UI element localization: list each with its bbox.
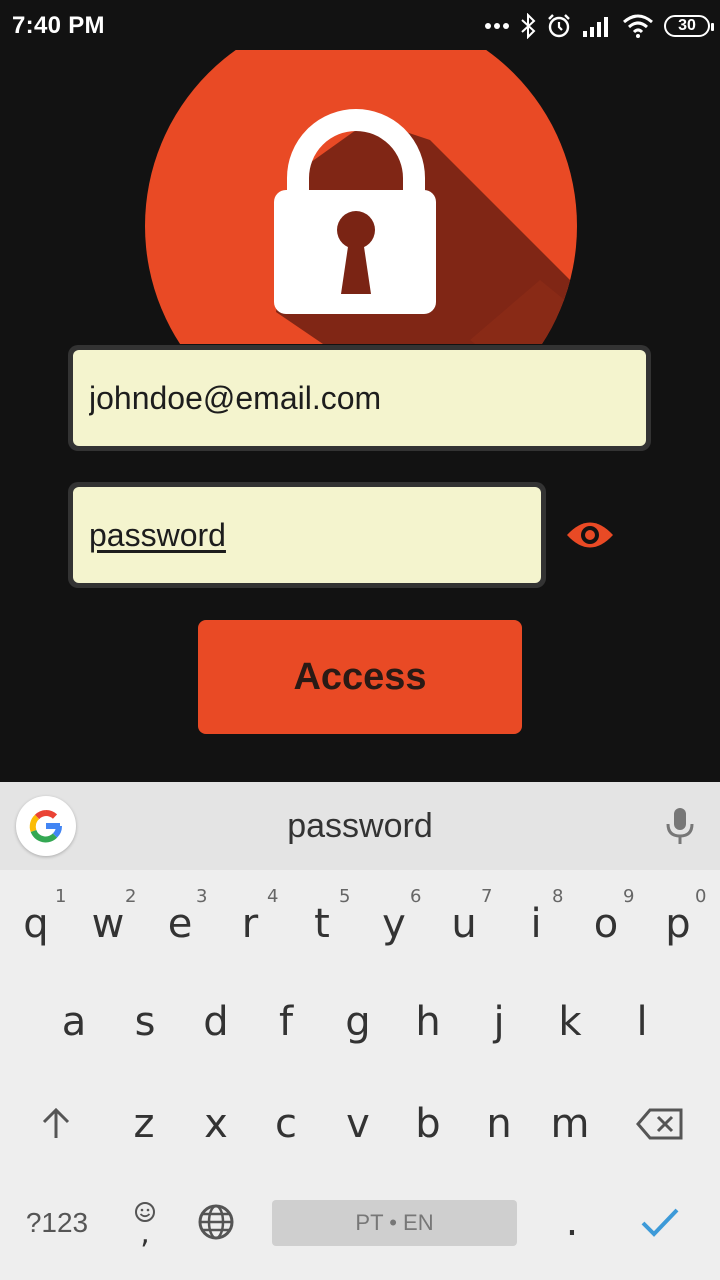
google-icon	[29, 809, 62, 843]
backspace-key[interactable]	[628, 1092, 692, 1156]
eye-icon	[567, 522, 613, 548]
status-bar: 7:40 PM 30	[0, 0, 720, 50]
globe-icon	[198, 1204, 234, 1240]
language-key[interactable]	[184, 1190, 248, 1254]
alarm-icon	[548, 14, 570, 38]
key-a[interactable]: a	[42, 990, 106, 1054]
suggestion-bar: password	[0, 782, 720, 870]
comma-label: ,	[140, 1216, 150, 1251]
key-v[interactable]: v	[326, 1092, 390, 1156]
key-hint-2: 2	[125, 886, 137, 907]
key-c[interactable]: c	[254, 1092, 318, 1156]
email-input[interactable]	[73, 350, 646, 446]
key-x[interactable]: x	[184, 1092, 248, 1156]
backspace-icon	[636, 1108, 683, 1140]
key-h[interactable]: h	[396, 990, 460, 1054]
password-input[interactable]: password	[73, 487, 541, 583]
space-key[interactable]: PT • EN	[272, 1200, 517, 1246]
wifi-icon	[623, 14, 653, 38]
access-button[interactable]: Access	[198, 620, 522, 734]
google-logo-button[interactable]	[16, 796, 76, 856]
key-m[interactable]: m	[538, 1092, 602, 1156]
key-hint-6: 6	[410, 886, 422, 907]
soft-keyboard: password q 1 w 2 e 3 r 4 t 5 y 6 u 7 i 8…	[0, 782, 720, 1280]
key-hint-9: 9	[623, 886, 635, 907]
key-z[interactable]: z	[112, 1092, 176, 1156]
microphone-icon[interactable]	[662, 806, 698, 846]
key-s[interactable]: s	[113, 990, 177, 1054]
battery-level: 30	[678, 17, 696, 34]
key-n[interactable]: n	[467, 1092, 531, 1156]
email-field-frame	[68, 345, 651, 451]
suggestion-word[interactable]: password	[0, 782, 720, 870]
key-hint-1: 1	[55, 886, 67, 907]
key-hint-8: 8	[552, 886, 564, 907]
period-key[interactable]: .	[540, 1190, 604, 1254]
hero-area	[0, 50, 720, 344]
checkmark-icon	[641, 1208, 679, 1237]
lock-icon	[145, 50, 577, 344]
key-hint-3: 3	[196, 886, 208, 907]
signal-icon	[583, 17, 608, 37]
password-text: password	[89, 516, 226, 553]
key-hint-7: 7	[481, 886, 493, 907]
bluetooth-icon	[521, 13, 536, 39]
status-icons: 30	[484, 10, 714, 42]
key-hint-0: 0	[695, 886, 707, 907]
battery-indicator: 30	[664, 15, 714, 37]
key-f[interactable]: f	[254, 990, 318, 1054]
more-dots-icon	[485, 23, 509, 29]
password-field-frame: password	[68, 482, 546, 588]
key-j[interactable]: j	[467, 990, 531, 1054]
emoji-comma-key[interactable]: ,	[118, 1190, 172, 1256]
key-g[interactable]: g	[326, 990, 390, 1054]
show-password-button[interactable]	[560, 512, 620, 558]
key-hint-5: 5	[339, 886, 351, 907]
key-hint-4: 4	[267, 886, 279, 907]
key-d[interactable]: d	[184, 990, 248, 1054]
symbols-key[interactable]: ?123	[14, 1200, 100, 1246]
key-k[interactable]: k	[538, 990, 602, 1054]
done-key[interactable]	[628, 1190, 692, 1254]
shift-key[interactable]	[24, 1092, 88, 1156]
key-l[interactable]: l	[610, 990, 674, 1054]
status-time: 7:40 PM	[12, 12, 105, 39]
key-b[interactable]: b	[396, 1092, 460, 1156]
login-screen: password Access	[0, 50, 720, 782]
shift-arrow-icon	[42, 1107, 70, 1138]
